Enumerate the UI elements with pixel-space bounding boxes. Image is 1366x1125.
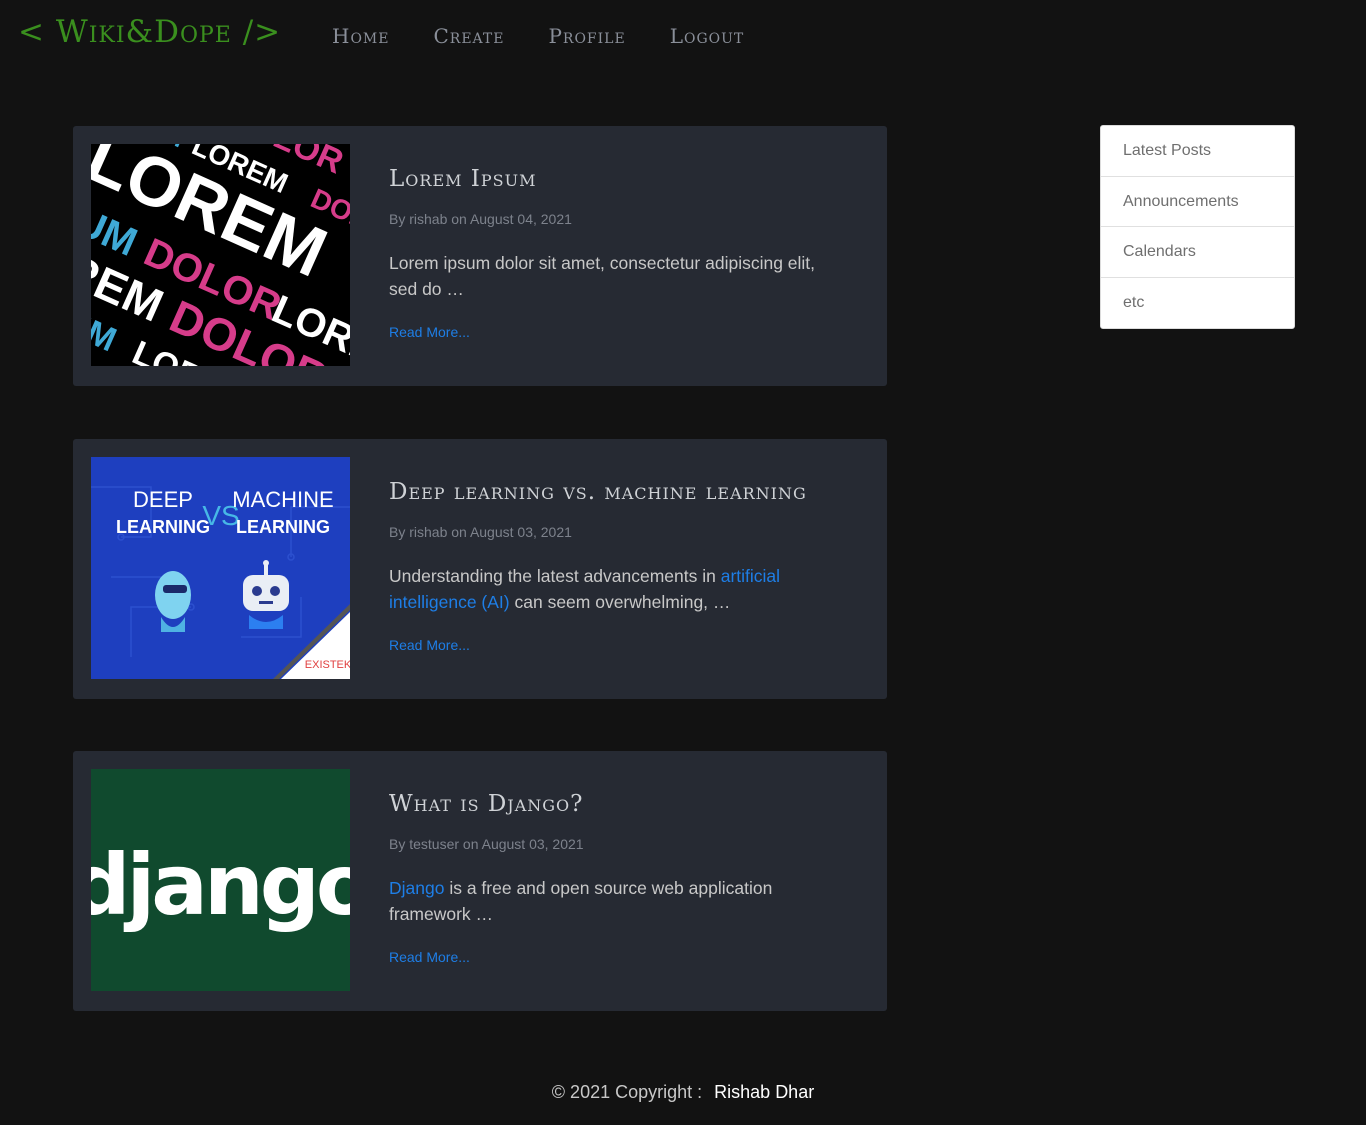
sidebar-item-calendars[interactable]: Calendars (1101, 227, 1294, 278)
post-meta: By testuser on August 03, 2021 (389, 836, 584, 852)
sidebar-item-etc[interactable]: etc (1101, 278, 1294, 329)
post-excerpt: Understanding the latest advancements in… (389, 563, 839, 615)
read-more-link[interactable]: Read More... (389, 637, 470, 653)
svg-text:MACHINE: MACHINE (232, 487, 333, 512)
nav-home-link[interactable]: Home (332, 24, 389, 48)
footer: © 2021 Copyright : Rishab Dhar (0, 1082, 1366, 1103)
nav-links: Home Create Profile Logout (332, 24, 744, 48)
post-title[interactable]: Lorem Ipsum (389, 166, 537, 192)
post-thumbnail: LOREM DOLOR IPSUM LOREM DOLOR LOREM IPSU… (91, 144, 350, 366)
post-excerpt: Lorem ipsum dolor sit amet, consectetur … (389, 253, 816, 299)
post-card: LOREM DOLOR IPSUM LOREM DOLOR LOREM IPSU… (73, 126, 887, 386)
nav-create-link[interactable]: Create (433, 24, 504, 48)
post-title[interactable]: What is Django? (389, 791, 584, 817)
nav-profile-link[interactable]: Profile (548, 24, 625, 48)
read-more-link[interactable]: Read More... (389, 949, 470, 965)
post-title[interactable]: Deep learning vs. machine learning (389, 479, 807, 505)
svg-text:django: django (91, 836, 350, 934)
post-meta: By rishab on August 03, 2021 (389, 524, 572, 540)
svg-text:LEARNING: LEARNING (236, 517, 330, 537)
post-thumbnail: django (91, 769, 350, 991)
excerpt-link-django[interactable]: Django (389, 878, 444, 898)
excerpt-text: can seem overwhelming, … (509, 592, 731, 612)
nav-logout-link[interactable]: Logout (670, 24, 745, 48)
excerpt-text: Understanding the latest advancements in (389, 566, 721, 586)
brand-logo[interactable]: < Wiki&Dope /> (18, 14, 281, 50)
svg-text:LEARNING: LEARNING (116, 517, 210, 537)
excerpt-text: is a free and open source web applicatio… (389, 878, 773, 924)
sidebar-menu: Latest Posts Announcements Calendars etc (1100, 125, 1295, 329)
sidebar-item-announcements[interactable]: Announcements (1101, 177, 1294, 227)
post-meta: By rishab on August 04, 2021 (389, 211, 572, 227)
svg-text:EXISTEK: EXISTEK (305, 659, 350, 671)
post-thumbnail: DEEP LEARNING VS MACHINE LEARNING EXISTE… (91, 457, 350, 679)
footer-author: Rishab Dhar (714, 1082, 815, 1102)
svg-text:DEEP: DEEP (133, 487, 193, 512)
post-card: DEEP LEARNING VS MACHINE LEARNING EXISTE… (73, 439, 887, 699)
read-more-link[interactable]: Read More... (389, 324, 470, 340)
sidebar-item-latest-posts[interactable]: Latest Posts (1101, 126, 1294, 177)
post-card: django What is Django? By testuser on Au… (73, 751, 887, 1011)
navbar: < Wiki&Dope /> Home Create Profile Logou… (0, 0, 1366, 75)
footer-copyright: © 2021 Copyright : (551, 1082, 703, 1102)
post-excerpt: Django is a free and open source web app… (389, 875, 839, 927)
